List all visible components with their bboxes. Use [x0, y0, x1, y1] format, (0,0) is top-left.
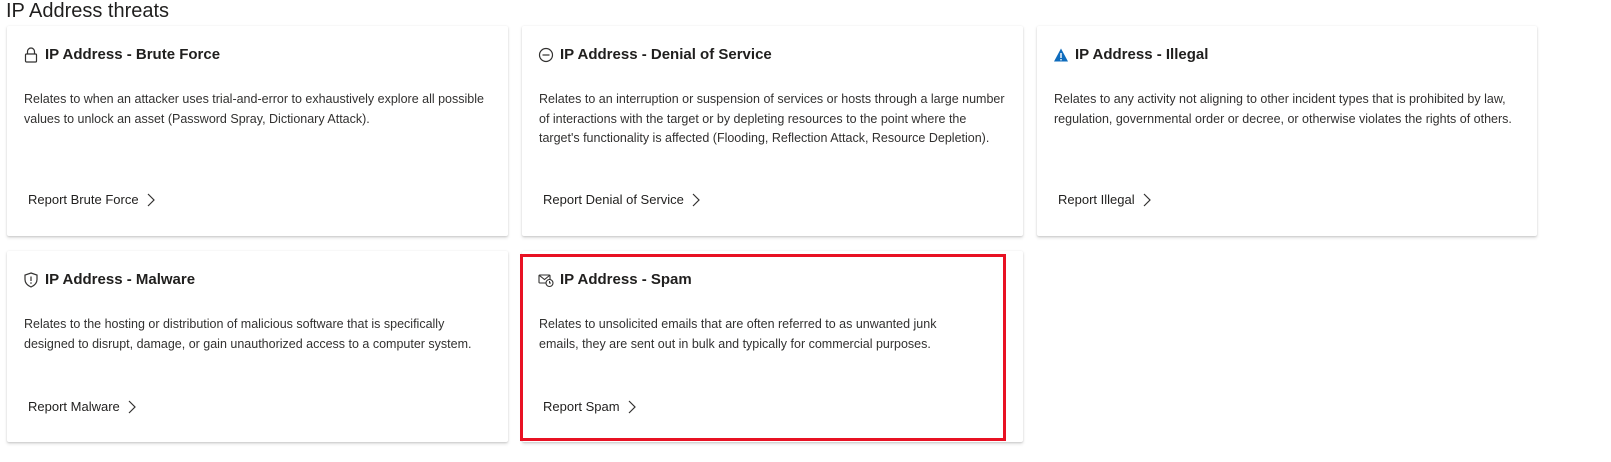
action-label: Report Denial of Service: [543, 192, 684, 207]
chevron-right-icon: [628, 400, 636, 414]
report-malware-link[interactable]: Report Malware: [28, 399, 136, 414]
action-label: Report Illegal: [1058, 192, 1135, 207]
card-description: Relates to an interruption or suspension…: [539, 92, 1005, 145]
card-denial-of-service: IP Address - Denial of Service Relates t…: [522, 26, 1023, 236]
lock-icon: [23, 46, 39, 63]
report-spam-link[interactable]: Report Spam: [543, 399, 636, 414]
report-brute-force-link[interactable]: Report Brute Force: [28, 192, 155, 207]
chevron-right-icon: [692, 193, 700, 207]
page: IP Address threats IP Address - Brute Fo…: [0, 0, 1611, 462]
card-title: IP Address - Spam: [560, 271, 692, 288]
report-illegal-link[interactable]: Report Illegal: [1058, 192, 1151, 207]
card-spam: IP Address - Spam Relates to unsolicited…: [522, 251, 1023, 442]
card-brute-force: IP Address - Brute Force Relates to when…: [7, 26, 508, 236]
card-malware: IP Address - Malware Relates to the host…: [7, 251, 508, 442]
warning-triangle-icon: [1053, 47, 1069, 63]
card-header: IP Address - Spam: [538, 271, 692, 288]
chevron-right-icon: [128, 400, 136, 414]
card-header: IP Address - Malware: [23, 271, 195, 288]
card-header: IP Address - Denial of Service: [538, 46, 772, 63]
shield-alert-icon: [23, 271, 39, 288]
blocked-circle-icon: [538, 47, 554, 63]
card-header: IP Address - Brute Force: [23, 46, 220, 63]
card-title: IP Address - Brute Force: [45, 46, 221, 63]
chevron-right-icon: [147, 193, 155, 207]
card-header: IP Address - Illegal: [1053, 46, 1208, 63]
section-title: IP Address threats: [6, 0, 170, 22]
chevron-right-icon: [1143, 193, 1151, 207]
action-label: Report Malware: [28, 399, 120, 414]
action-label: Report Spam: [543, 399, 620, 414]
card-description: Relates to the hosting or distribution o…: [24, 317, 472, 351]
card-title: IP Address - Denial of Service: [560, 46, 772, 63]
action-label: Report Brute Force: [28, 192, 139, 207]
card-description: Relates to any activity not aligning to …: [1054, 92, 1512, 126]
card-title: IP Address - Illegal: [1075, 46, 1209, 63]
card-title: IP Address - Malware: [45, 271, 196, 288]
card-description: Relates to when an attacker uses trial-a…: [24, 92, 484, 126]
report-denial-of-service-link[interactable]: Report Denial of Service: [543, 192, 700, 207]
card-illegal: IP Address - Illegal Relates to any acti…: [1037, 26, 1537, 236]
mail-clock-icon: [538, 272, 554, 288]
card-description: Relates to unsolicited emails that are o…: [539, 317, 937, 351]
